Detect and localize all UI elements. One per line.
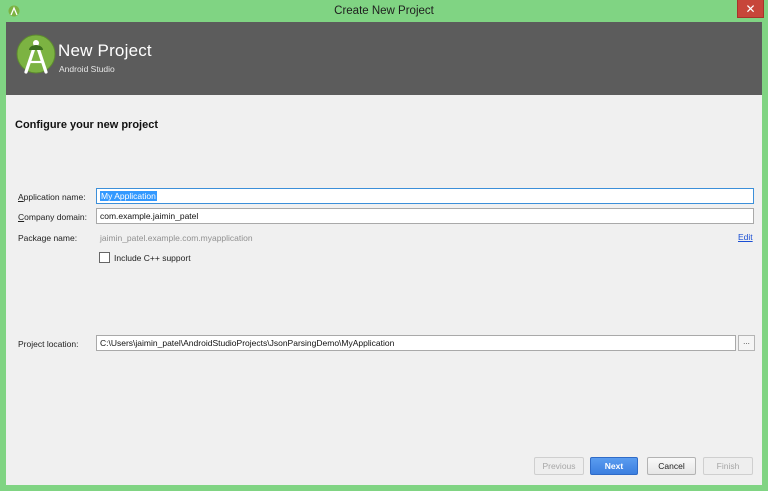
section-heading: Configure your new project [15,119,159,131]
header-title: New Project [58,41,152,60]
header-banner: New Project Android Studio [6,22,762,95]
previous-button[interactable]: Previous [534,457,584,475]
dialog-content: New Project Android Studio Configure you… [6,22,762,485]
edit-package-link[interactable]: Edit [738,232,753,242]
title-bar[interactable]: Create New Project ✕ [0,0,768,22]
application-name-label-text: pplication name: [23,192,86,202]
close-button[interactable]: ✕ [737,0,764,18]
browse-button[interactable]: ... [738,335,755,351]
next-button[interactable]: Next [590,457,638,475]
company-domain-label: Company domain: [18,212,87,222]
package-name-value: jaimin_patel.example.com.myapplication [100,233,253,243]
application-name-label: Application name: [18,192,86,202]
company-domain-label-text: ompany domain: [24,212,87,222]
include-cpp-label[interactable]: Include C++ support [114,253,191,263]
window-title: Create New Project [334,5,434,17]
package-name-label: Package name: [18,233,78,243]
project-location-input[interactable]: C:\Users\jaimin_patel\AndroidStudioProje… [96,335,736,351]
application-name-input[interactable]: My Application [96,188,754,204]
dialog-window: Create New Project ✕ New Project Android… [0,0,768,491]
include-cpp-checkbox[interactable] [99,252,110,263]
application-name-value: My Application [100,191,157,201]
company-domain-input[interactable]: com.example.jaimin_patel [96,208,754,224]
android-studio-logo-icon [16,34,56,74]
project-location-label: Project location: [18,339,79,349]
header-subtitle: Android Studio [59,64,115,74]
finish-button[interactable]: Finish [703,457,753,475]
cancel-button[interactable]: Cancel [647,457,696,475]
